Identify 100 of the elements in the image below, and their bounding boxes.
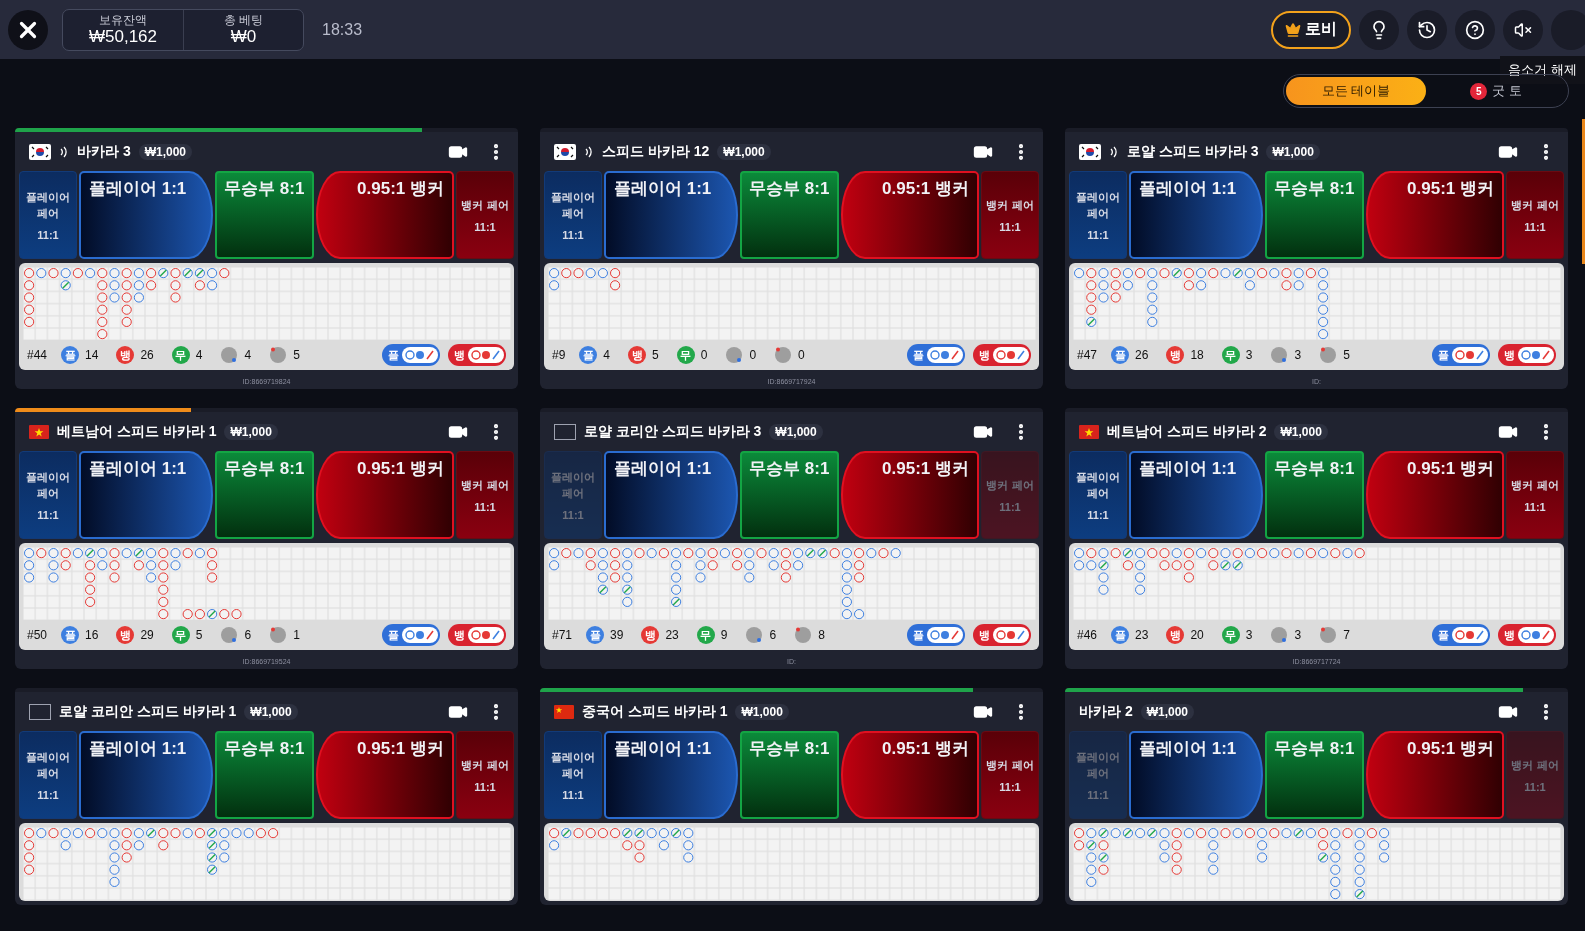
lobby-button[interactable]: 로비	[1271, 10, 1351, 49]
bet-odds: 11:1	[1524, 221, 1546, 233]
player-count: 23	[1135, 628, 1149, 643]
player-bet[interactable]: 플레이어 1:1	[604, 171, 738, 259]
scrollbar-thumb[interactable]	[1582, 119, 1585, 264]
prediction-toggle[interactable]: 뱅	[973, 624, 1031, 647]
banker-pair-bet[interactable]: 뱅커 페어 11:1	[456, 171, 514, 259]
player-bet[interactable]: 플레이어 1:1	[604, 731, 738, 820]
banker-bet[interactable]: 0.95:1 뱅커	[1365, 171, 1504, 259]
bet-odds: 11:1	[999, 781, 1021, 794]
player-pair-icon	[745, 626, 764, 645]
player-bet[interactable]: 플레이어 1:1	[1129, 451, 1263, 540]
mute-button[interactable]	[1503, 9, 1543, 50]
prediction-toggle[interactable]: 뱅	[1498, 344, 1556, 367]
banker-pair-bet[interactable]: 뱅커 페어 11:1	[981, 171, 1039, 259]
tie-badge: 무	[1221, 626, 1240, 645]
bet-label: 뱅커 페어	[461, 478, 509, 494]
player-pair-bet[interactable]: 플레이어 페어 11:1	[19, 731, 77, 820]
banker-pair-bet[interactable]: 뱅커 페어 11:1	[456, 731, 514, 820]
total-bet-label: 총 베팅	[223, 12, 264, 27]
player-pair-bet[interactable]: 플레이어 페어 11:1	[1069, 171, 1127, 259]
prediction-toggle[interactable]: 뱅	[448, 624, 506, 647]
tie-bet[interactable]: 무승부 8:1	[214, 731, 314, 820]
banker-bet[interactable]: 0.95:1 뱅커	[840, 171, 979, 259]
banker-pair-bet[interactable]: 뱅커 페어 11:1	[1506, 171, 1564, 259]
crown-icon	[1285, 21, 1301, 38]
history-button[interactable]	[1407, 9, 1447, 50]
banker-bet[interactable]: 0.95:1 뱅커	[1365, 451, 1504, 540]
banker-bet[interactable]: 0.95:1 뱅커	[315, 171, 454, 259]
table-card[interactable]: 바카라 2 ₩1,000 플레이어 페어 11:1 플레이어 1:1 무승부 8:1 0.95:1 뱅커 뱅커 페어 11:1	[1065, 692, 1568, 905]
filter-tab[interactable]: 모든 테이블	[1286, 77, 1426, 105]
banker-bet[interactable]: 0.95:1 뱅커	[315, 451, 454, 540]
tie-badge: 무	[696, 626, 715, 645]
player-pair-bet[interactable]: 플레이어 페어 11:1	[1069, 451, 1127, 540]
tooltip: 음소거 해제	[1500, 56, 1585, 84]
player-pair-count: 4	[244, 348, 252, 363]
player-pair-bet[interactable]: 플레이어 페어 11:1	[19, 171, 77, 259]
player-bet[interactable]: 플레이어 1:1	[1129, 171, 1263, 259]
banker-pair-count: 0	[798, 348, 805, 363]
player-bet[interactable]: 플레이어 1:1	[1129, 731, 1263, 820]
banker-pair-count: 1	[293, 628, 300, 643]
banker-badge: 뱅	[116, 346, 135, 365]
banker-bet[interactable]: 0.95:1 뱅커	[840, 731, 979, 820]
table-title: 바카라 2	[1079, 702, 1133, 721]
banker-bet[interactable]: 0.95:1 뱅커	[1365, 731, 1504, 820]
prediction-toggle[interactable]: 플	[382, 344, 440, 367]
banker-badge: 뱅	[641, 626, 660, 645]
bet-odds: 11:1	[999, 221, 1021, 233]
tie-bet[interactable]: 무승부 8:1	[1264, 731, 1364, 820]
round-number: #9	[552, 348, 566, 363]
tie-bet[interactable]: 무승부 8:1	[214, 171, 314, 259]
player-bet[interactable]: 플레이어 1:1	[604, 451, 738, 540]
table-card[interactable]: 중국어 스피드 바카라 1 ₩1,000 플레이어 페어 11:1 플레이어 1:1 무승부 8:1 0.95:1 뱅커 뱅커 페어 11:1	[540, 692, 1043, 905]
flag-icon	[29, 424, 49, 439]
flag-icon	[554, 704, 574, 719]
prediction-toggle[interactable]: 플	[382, 624, 440, 647]
banker-bet[interactable]: 0.95:1 뱅커	[315, 731, 454, 820]
banker-pair-bet[interactable]: 뱅커 페어 11:1	[981, 731, 1039, 820]
table-card[interactable]: 로얄 코리안 스피드 바카라 1 ₩1,000 플레이어 페어 11:1 플레이어 1:1 무승부 8:1 0.95:1 뱅커 뱅커 페어 11:1	[15, 692, 518, 905]
round-number: #71	[552, 628, 573, 643]
tie-bet[interactable]: 무승부 8:1	[214, 451, 314, 540]
tie-bet[interactable]: 무승부 8:1	[739, 171, 839, 259]
lightbulb-button[interactable]	[1359, 9, 1399, 50]
player-pair-bet[interactable]: 플레이어 페어 11:1	[544, 731, 602, 820]
bet-odds: 11:1	[474, 501, 496, 514]
tie-bet[interactable]: 무승부 8:1	[739, 451, 839, 540]
banker-pair-bet[interactable]: 뱅커 페어 11:1	[456, 451, 514, 540]
bet-odds: 11:1	[1087, 789, 1109, 802]
prediction-toggle[interactable]: 플	[1432, 344, 1490, 367]
player-pair-bet[interactable]: 플레이어 페어 11:1	[544, 171, 602, 259]
round-number: #47	[1077, 348, 1098, 363]
close-button[interactable]	[8, 9, 48, 50]
player-bet[interactable]: 플레이어 1:1	[79, 171, 213, 259]
banker-pair-icon	[1319, 346, 1338, 365]
prediction-toggle[interactable]: 뱅	[973, 344, 1031, 367]
player-pair-count: 6	[244, 628, 252, 643]
player-badge: 플	[1111, 346, 1130, 365]
player-count: 4	[603, 348, 611, 363]
player-bet[interactable]: 플레이어 1:1	[79, 451, 213, 540]
player-badge: 플	[1111, 626, 1130, 645]
player-count: 39	[610, 628, 624, 643]
banker-count: 5	[652, 348, 659, 363]
player-pair-bet[interactable]: 플레이어 페어 11:1	[19, 451, 77, 540]
help-button[interactable]	[1455, 9, 1495, 50]
player-bet[interactable]: 플레이어 1:1	[79, 731, 213, 820]
tie-bet[interactable]: 무승부 8:1	[1264, 171, 1364, 259]
min-bet: ₩1,000	[717, 143, 771, 160]
count-badge: 5	[1470, 82, 1488, 100]
banker-pair-icon	[794, 626, 813, 645]
prediction-toggle[interactable]: 뱅	[448, 344, 506, 367]
tie-bet[interactable]: 무승부 8:1	[739, 731, 839, 820]
banker-bet[interactable]: 0.95:1 뱅커	[840, 451, 979, 540]
banker-pair-count: 7	[1343, 628, 1350, 643]
prediction-toggle[interactable]: 플	[907, 344, 965, 367]
prediction-toggle[interactable]: 플	[907, 624, 965, 647]
banker-count: 20	[1190, 628, 1204, 643]
prediction-toggle[interactable]: 뱅	[1498, 624, 1556, 647]
prediction-toggle[interactable]: 플	[1432, 624, 1490, 647]
banker-pair-bet[interactable]: 뱅커 페어 11:1	[1506, 451, 1564, 540]
tie-bet[interactable]: 무승부 8:1	[1264, 451, 1364, 540]
